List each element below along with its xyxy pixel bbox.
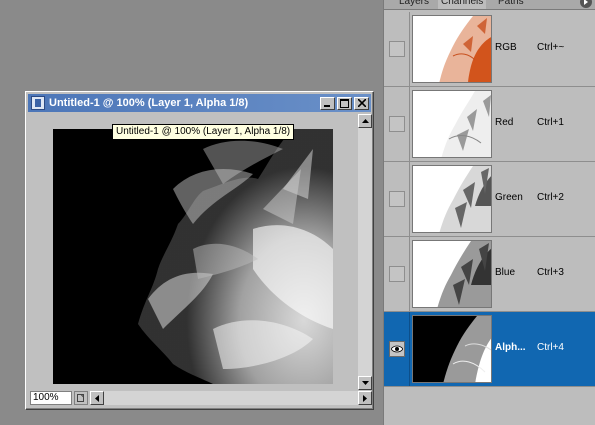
canvas-image[interactable] — [53, 129, 333, 384]
channel-row-red[interactable]: Red Ctrl+1 — [384, 87, 595, 162]
flower-petals-image — [53, 129, 333, 384]
scroll-up-button[interactable] — [358, 114, 372, 128]
channels-panel: Layers Channels Paths RGB Ctrl+~ Red Ctr… — [383, 0, 595, 425]
channel-shortcut: Ctrl+4 — [537, 342, 564, 353]
panel-menu-button[interactable] — [580, 0, 592, 8]
scroll-down-button[interactable] — [358, 376, 372, 390]
document-icon — [31, 96, 45, 110]
visibility-toggle[interactable] — [389, 266, 405, 282]
channel-thumbnail — [412, 240, 492, 308]
visibility-toggle[interactable] — [389, 191, 405, 207]
document-titlebar[interactable]: Untitled-1 @ 100% (Layer 1, Alpha 1/8) — [28, 94, 371, 112]
arrow-up-icon — [361, 119, 369, 123]
channel-thumbnail — [412, 15, 492, 83]
horizontal-scrollbar[interactable] — [90, 391, 372, 405]
channel-name: Blue — [495, 267, 516, 278]
channel-name: Green — [495, 192, 523, 203]
document-title: Untitled-1 @ 100% (Layer 1, Alpha 1/8) — [49, 97, 249, 109]
tab-channels[interactable]: Channels — [438, 0, 487, 9]
green-thumbnail-image — [413, 166, 491, 232]
channel-thumbnail — [412, 315, 492, 383]
channel-row-rgb[interactable]: RGB Ctrl+~ — [384, 12, 595, 87]
tab-layers[interactable]: Layers — [396, 0, 432, 9]
visibility-toggle[interactable] — [389, 116, 405, 132]
alpha-thumbnail-image — [413, 316, 491, 382]
arrow-left-icon — [95, 394, 99, 402]
tab-paths[interactable]: Paths — [495, 0, 527, 9]
channel-row-alpha-1[interactable]: Alph... Ctrl+4 — [384, 312, 595, 387]
zoom-field[interactable]: 100% — [30, 391, 72, 405]
panel-tabs: Layers Channels Paths — [384, 0, 595, 10]
minimize-icon — [323, 105, 330, 107]
document-info-icon — [77, 394, 84, 402]
channel-name: RGB — [495, 42, 517, 53]
channel-name: Alph... — [495, 342, 526, 353]
arrow-right-icon — [363, 394, 367, 402]
scroll-right-button[interactable] — [358, 391, 372, 405]
maximize-button[interactable] — [337, 96, 352, 110]
canvas-area[interactable] — [28, 114, 358, 390]
channel-row-blue[interactable]: Blue Ctrl+3 — [384, 237, 595, 312]
vertical-scrollbar[interactable] — [358, 114, 372, 390]
channel-thumbnail — [412, 165, 492, 233]
close-button[interactable] — [354, 96, 369, 110]
scroll-left-button[interactable] — [90, 391, 104, 405]
channel-shortcut: Ctrl+~ — [537, 42, 565, 53]
visibility-toggle[interactable] — [389, 341, 405, 357]
status-menu-button[interactable] — [74, 391, 88, 405]
channel-name: Red — [495, 117, 514, 128]
close-icon — [357, 99, 366, 107]
channel-shortcut: Ctrl+1 — [537, 117, 564, 128]
channel-shortcut: Ctrl+2 — [537, 192, 564, 203]
rgb-thumbnail-image — [413, 16, 491, 82]
minimize-button[interactable] — [320, 96, 335, 110]
visibility-toggle[interactable] — [389, 41, 405, 57]
arrow-down-icon — [361, 381, 369, 385]
channel-shortcut: Ctrl+3 — [537, 267, 564, 278]
channel-row-green[interactable]: Green Ctrl+2 — [384, 162, 595, 237]
maximize-icon — [340, 98, 349, 108]
blue-thumbnail-image — [413, 241, 491, 307]
red-thumbnail-image — [413, 91, 491, 157]
channel-thumbnail — [412, 90, 492, 158]
title-tooltip: Untitled-1 @ 100% (Layer 1, Alpha 1/8) — [112, 124, 295, 140]
eye-icon — [391, 345, 403, 353]
panel-menu-arrow-icon — [584, 0, 588, 5]
status-bar: 100% — [28, 390, 372, 406]
